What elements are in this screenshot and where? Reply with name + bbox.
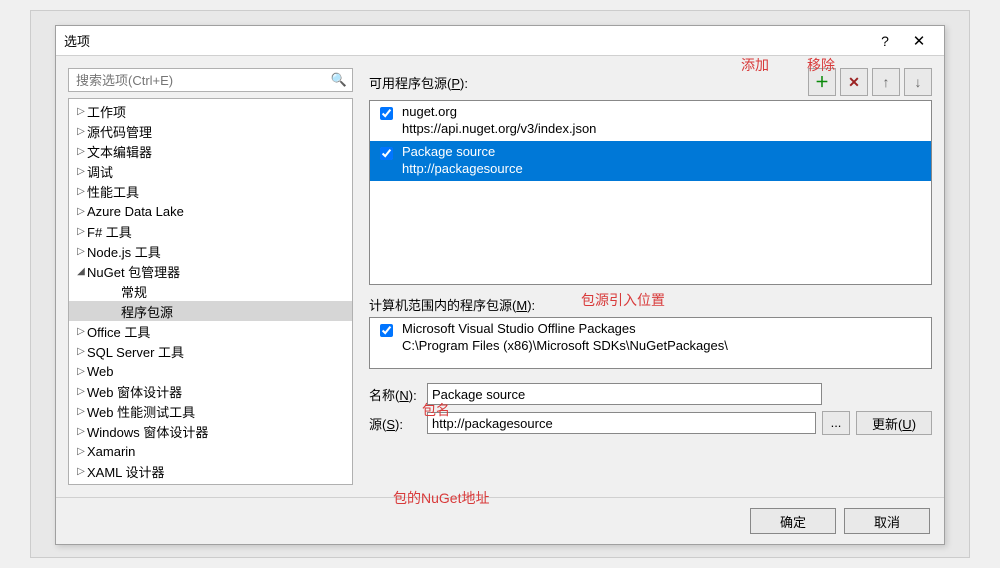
- tree-item[interactable]: ▷Office 工具: [69, 321, 352, 341]
- form-rows: 名称(N): 源(S): ... 更新(U): [369, 383, 932, 441]
- cancel-button[interactable]: 取消: [844, 508, 930, 534]
- tree-item-label: Node.js 工具: [87, 242, 161, 261]
- tree-item-label: Web 窗体设计器: [87, 382, 182, 401]
- move-up-button[interactable]: ↑: [872, 68, 900, 96]
- expander-icon[interactable]: ▷: [75, 106, 87, 117]
- expander-icon[interactable]: ▷: [75, 206, 87, 217]
- tree-item[interactable]: ▷Azure Data Lake: [69, 201, 352, 221]
- tree-item-label: 工作项: [87, 102, 126, 121]
- tree-item-label: F# 工具: [87, 222, 132, 241]
- tree-item-label: 常规: [121, 282, 147, 301]
- browse-button[interactable]: ...: [822, 411, 850, 435]
- expander-icon[interactable]: ▷: [75, 406, 87, 417]
- options-dialog: 选项 ? ✕ 🔍 ▷工作项▷源代码管理▷文本编辑器▷调试▷性能工具▷Azure …: [55, 25, 945, 545]
- source-url: C:\Program Files (x86)\Microsoft SDKs\Nu…: [402, 338, 728, 355]
- search-icon[interactable]: 🔍: [331, 72, 347, 88]
- tree-item-label: Web: [87, 364, 114, 379]
- source-url: http://packagesource: [402, 161, 523, 178]
- tree-item-label: 源代码管理: [87, 122, 152, 141]
- tree-item[interactable]: ▷工作项: [69, 101, 352, 121]
- dialog-title: 选项: [64, 31, 868, 50]
- tree-item[interactable]: ▷Web 性能测试工具: [69, 401, 352, 421]
- titlebar: 选项 ? ✕: [56, 26, 944, 56]
- tree-item[interactable]: ▷Windows 窗体设计器: [69, 421, 352, 441]
- source-item[interactable]: Package sourcehttp://packagesource: [370, 141, 931, 181]
- name-label: 名称(N):: [369, 385, 427, 404]
- expander-icon[interactable]: ▷: [75, 426, 87, 437]
- expander-icon[interactable]: ▷: [75, 186, 87, 197]
- search-box[interactable]: 🔍: [68, 68, 353, 92]
- source-checkbox[interactable]: [380, 107, 393, 120]
- move-down-button[interactable]: ↓: [904, 68, 932, 96]
- machine-sources-label: 计算机范围内的程序包源(M):: [369, 295, 932, 314]
- source-name: Microsoft Visual Studio Offline Packages: [402, 321, 728, 338]
- sources-label: 可用程序包源(P):: [369, 73, 804, 92]
- tree-item[interactable]: 常规: [69, 281, 352, 301]
- source-checkbox[interactable]: [380, 324, 393, 337]
- options-tree[interactable]: ▷工作项▷源代码管理▷文本编辑器▷调试▷性能工具▷Azure Data Lake…: [68, 98, 353, 485]
- tree-item-label: 调试: [87, 162, 113, 181]
- tree-item[interactable]: ▷性能工具: [69, 181, 352, 201]
- tree-item-label: 性能工具: [87, 182, 139, 201]
- tree-item-label: NuGet 包管理器: [87, 262, 180, 281]
- tree-item[interactable]: ▷XAML 设计器: [69, 461, 352, 481]
- expander-icon[interactable]: ▷: [75, 166, 87, 177]
- source-name: Package source: [402, 144, 523, 161]
- source-name: nuget.org: [402, 104, 596, 121]
- tree-item[interactable]: ▷SQL Server 工具: [69, 341, 352, 361]
- remove-source-button[interactable]: ✕: [840, 68, 868, 96]
- tree-item[interactable]: ◢NuGet 包管理器: [69, 261, 352, 281]
- expander-icon[interactable]: ▷: [75, 366, 87, 377]
- close-icon[interactable]: ✕: [902, 29, 936, 53]
- source-field[interactable]: [427, 412, 816, 434]
- name-field[interactable]: [427, 383, 822, 405]
- expander-icon[interactable]: ▷: [75, 446, 87, 457]
- ok-button[interactable]: 确定: [750, 508, 836, 534]
- tree-item[interactable]: ▷文本编辑器: [69, 141, 352, 161]
- machine-source-item[interactable]: Microsoft Visual Studio Offline Packages…: [370, 318, 931, 358]
- sources-header: 可用程序包源(P): ＋ ✕ ↑ ↓: [369, 68, 932, 96]
- machine-source-list[interactable]: Microsoft Visual Studio Offline Packages…: [369, 317, 932, 369]
- left-panel: 🔍 ▷工作项▷源代码管理▷文本编辑器▷调试▷性能工具▷Azure Data La…: [68, 68, 353, 485]
- tree-item-label: SQL Server 工具: [87, 342, 184, 361]
- tree-item[interactable]: ▷调试: [69, 161, 352, 181]
- tree-item[interactable]: ▷Web: [69, 361, 352, 381]
- add-source-button[interactable]: ＋: [808, 68, 836, 96]
- tree-item-label: 程序包源: [121, 302, 173, 321]
- search-input[interactable]: [74, 71, 331, 90]
- expander-icon[interactable]: ▷: [75, 226, 87, 237]
- expander-icon[interactable]: ▷: [75, 326, 87, 337]
- tree-item[interactable]: ▷Node.js 工具: [69, 241, 352, 261]
- tree-item[interactable]: 程序包源: [69, 301, 352, 321]
- right-panel: 可用程序包源(P): ＋ ✕ ↑ ↓ nuget.orghttps://api.…: [369, 68, 932, 485]
- expander-icon[interactable]: ▷: [75, 246, 87, 257]
- source-item[interactable]: nuget.orghttps://api.nuget.org/v3/index.…: [370, 101, 931, 141]
- expander-icon[interactable]: ▷: [75, 126, 87, 137]
- source-url: https://api.nuget.org/v3/index.json: [402, 121, 596, 138]
- tree-item[interactable]: ▷F# 工具: [69, 221, 352, 241]
- help-icon[interactable]: ?: [868, 29, 902, 53]
- update-button[interactable]: 更新(U): [856, 411, 932, 435]
- tree-item-label: Xamarin: [87, 444, 135, 459]
- tree-item-label: Azure Data Lake: [87, 204, 184, 219]
- tree-item[interactable]: ▷Xamarin: [69, 441, 352, 461]
- tree-item-label: 文本编辑器: [87, 142, 152, 161]
- button-bar: 确定 取消: [56, 497, 944, 544]
- tree-item-label: Windows 窗体设计器: [87, 422, 208, 441]
- tree-item-label: Office 工具: [87, 322, 150, 341]
- main-area: 🔍 ▷工作项▷源代码管理▷文本编辑器▷调试▷性能工具▷Azure Data La…: [56, 56, 944, 497]
- source-checkbox[interactable]: [380, 147, 393, 160]
- dialog-content: 🔍 ▷工作项▷源代码管理▷文本编辑器▷调试▷性能工具▷Azure Data La…: [56, 56, 944, 544]
- tree-item-label: XAML 设计器: [87, 462, 165, 481]
- expander-icon[interactable]: ▷: [75, 466, 87, 477]
- expander-icon[interactable]: ◢: [75, 266, 87, 277]
- tree-item[interactable]: ▷源代码管理: [69, 121, 352, 141]
- expander-icon[interactable]: ▷: [75, 146, 87, 157]
- expander-icon[interactable]: ▷: [75, 346, 87, 357]
- source-label: 源(S):: [369, 414, 427, 433]
- package-source-list[interactable]: nuget.orghttps://api.nuget.org/v3/index.…: [369, 100, 932, 285]
- tree-item[interactable]: ▷Web 窗体设计器: [69, 381, 352, 401]
- expander-icon[interactable]: ▷: [75, 386, 87, 397]
- tree-item-label: Web 性能测试工具: [87, 402, 195, 421]
